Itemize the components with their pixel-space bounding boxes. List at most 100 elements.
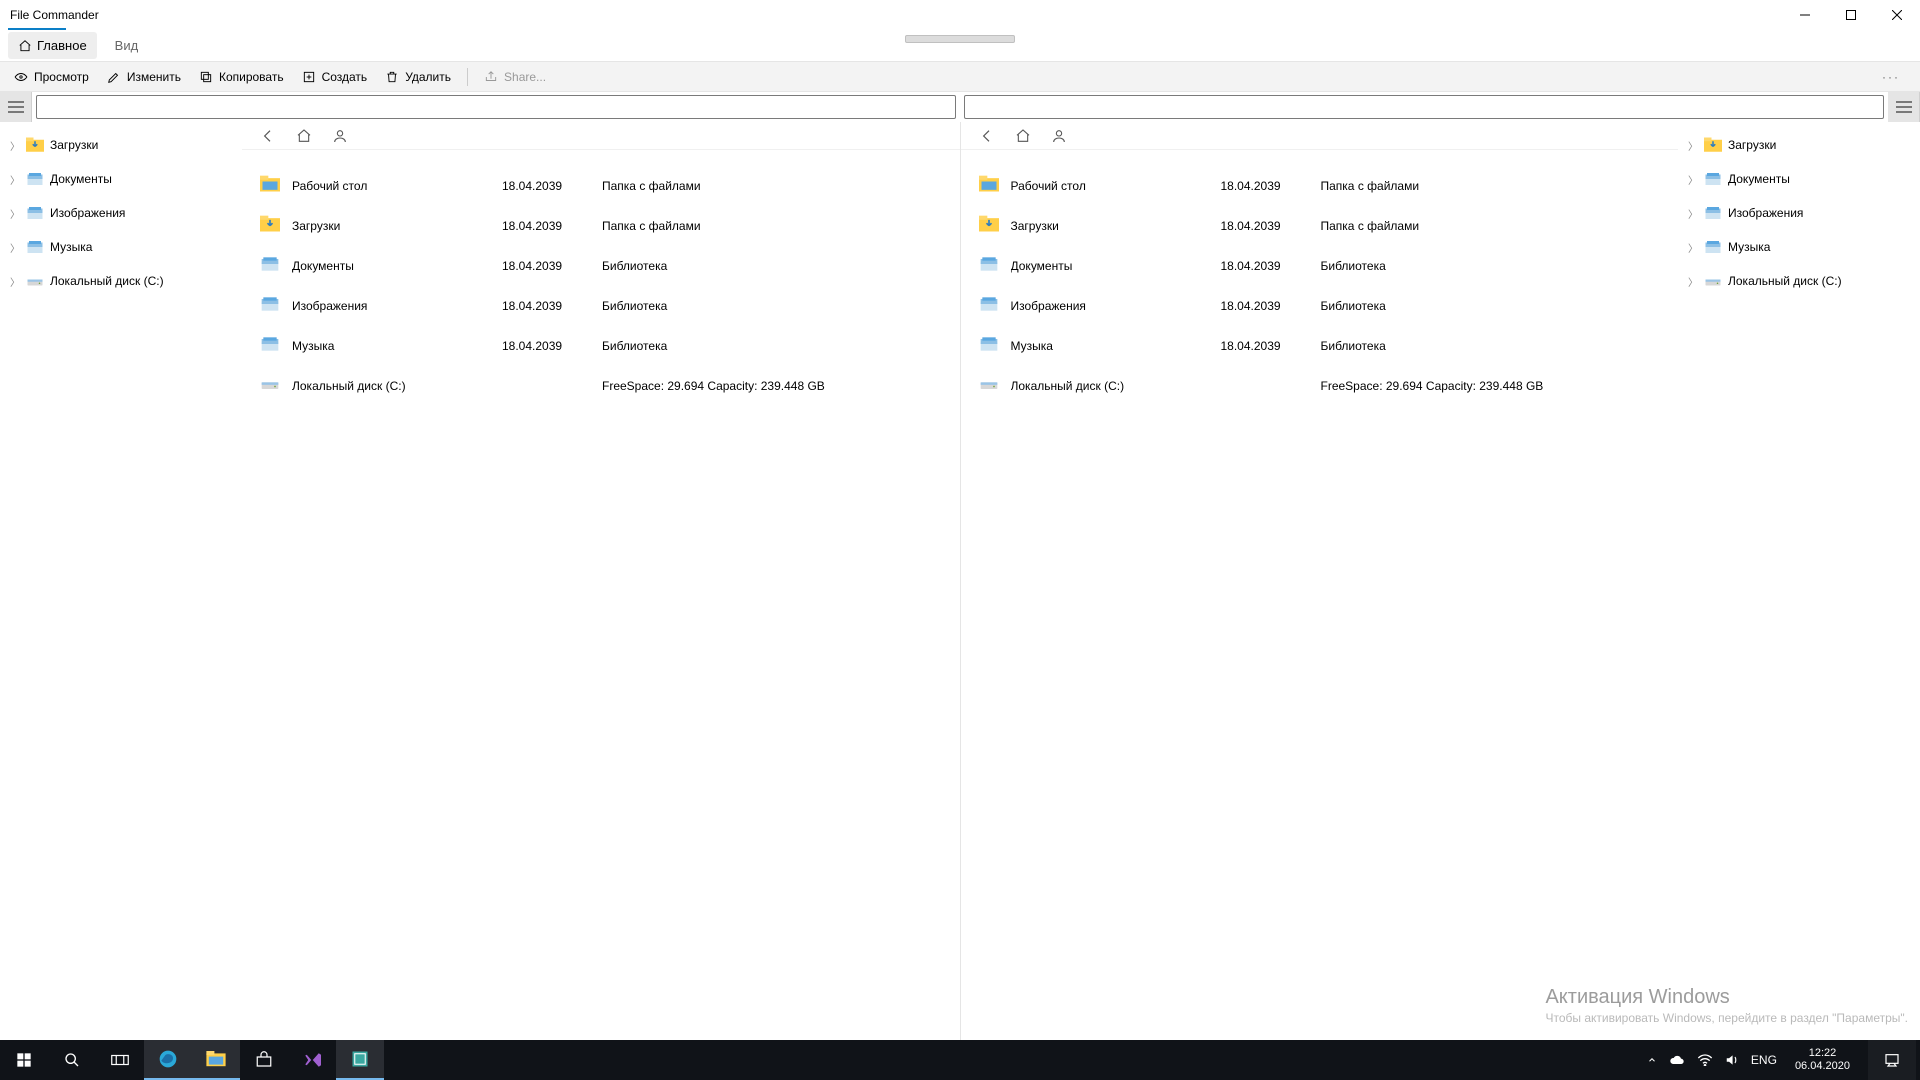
file-name: Локальный диск (C:) (1011, 379, 1221, 393)
file-row[interactable]: Загрузки18.04.2039Папка с файлами (242, 206, 960, 246)
edge-icon[interactable] (144, 1040, 192, 1080)
tree-item-pictures[interactable]: 〉Изображения (1678, 196, 1920, 230)
action-center-icon[interactable] (1868, 1040, 1916, 1080)
file-date: 18.04.2039 (502, 219, 602, 233)
file-row[interactable]: Документы18.04.2039Библиотека (242, 246, 960, 286)
file-row[interactable]: Локальный диск (C:)FreeSpace: 29.694 Cap… (242, 366, 960, 406)
file-type: FreeSpace: 29.694 Capacity: 239.448 GB (1321, 379, 1679, 393)
right-path-input[interactable] (964, 95, 1884, 119)
file-icon (979, 215, 1001, 237)
file-date: 18.04.2039 (1221, 299, 1321, 313)
view-button[interactable]: Просмотр (6, 66, 97, 88)
tree-item-documents[interactable]: 〉Документы (1678, 162, 1920, 196)
clock[interactable]: 12:22 06.04.2020 (1789, 1047, 1856, 1073)
file-row[interactable]: Загрузки18.04.2039Папка с файлами (961, 206, 1679, 246)
chevron-right-icon: 〉 (1688, 240, 1698, 255)
home-icon[interactable] (1013, 128, 1033, 144)
create-button[interactable]: Создать (294, 66, 376, 88)
left-list-wrap: Рабочий стол18.04.2039Папка с файламиЗаг… (242, 122, 960, 1040)
file-type: Папка с файлами (602, 179, 960, 193)
file-name: Музыка (1011, 339, 1221, 353)
file-date: 18.04.2039 (502, 339, 602, 353)
right-file-list[interactable]: Рабочий стол18.04.2039Папка с файламиЗаг… (961, 150, 1679, 1040)
taskbar: ENG 12:22 06.04.2020 (0, 1040, 1920, 1080)
taskbar-right: ENG 12:22 06.04.2020 (1647, 1040, 1920, 1080)
toolbar: Просмотр Изменить Копировать Создать Уда… (0, 62, 1920, 92)
tree-item-pictures[interactable]: 〉Изображения (0, 196, 242, 230)
back-icon[interactable] (977, 128, 997, 144)
left-hamburger[interactable] (0, 92, 32, 122)
edit-button[interactable]: Изменить (99, 66, 189, 88)
right-tree: 〉Загрузки〉Документы〉Изображения〉Музыка〉Л… (1678, 122, 1920, 1040)
app-icon[interactable] (336, 1040, 384, 1080)
file-name: Загрузки (292, 219, 502, 233)
volume-icon[interactable] (1725, 1053, 1739, 1067)
file-name: Рабочий стол (292, 179, 502, 193)
visualstudio-icon[interactable] (288, 1040, 336, 1080)
file-row[interactable]: Музыка18.04.2039Библиотека (961, 326, 1679, 366)
file-name: Музыка (292, 339, 502, 353)
home-icon[interactable] (294, 128, 314, 144)
watermark-title: Активация Windows (1545, 986, 1908, 1009)
file-row[interactable]: Документы18.04.2039Библиотека (961, 246, 1679, 286)
tree-item-localdisk[interactable]: 〉Локальный диск (C:) (1678, 264, 1920, 298)
right-pane: Рабочий стол18.04.2039Папка с файламиЗаг… (960, 122, 1920, 1040)
wifi-icon[interactable] (1697, 1054, 1713, 1066)
chevron-right-icon: 〉 (10, 172, 20, 187)
titlebar: File Commander (0, 0, 1920, 30)
minimize-button[interactable] (1782, 0, 1828, 30)
tab-main[interactable]: Главное (8, 32, 97, 59)
tray-chevron-icon[interactable] (1647, 1055, 1657, 1065)
tree-item-localdisk[interactable]: 〉Локальный диск (C:) (0, 264, 242, 298)
chevron-right-icon: 〉 (1688, 206, 1698, 221)
file-icon (979, 375, 1001, 397)
share-button[interactable]: Share... (476, 66, 554, 88)
tab-view[interactable]: Вид (105, 32, 149, 59)
file-name: Документы (1011, 259, 1221, 273)
explorer-icon[interactable] (192, 1040, 240, 1080)
file-name: Изображения (1011, 299, 1221, 313)
file-row[interactable]: Локальный диск (C:) FreeSpace: 29.694 Cap… (961, 366, 1679, 406)
file-date: 18.04.2039 (502, 299, 602, 313)
onedrive-icon[interactable] (1669, 1054, 1685, 1066)
close-button[interactable] (1874, 0, 1920, 30)
maximize-button[interactable] (1828, 0, 1874, 30)
chevron-right-icon: 〉 (10, 274, 20, 289)
start-button[interactable] (0, 1040, 48, 1080)
right-hamburger[interactable] (1888, 92, 1920, 122)
file-icon (979, 295, 1001, 317)
user-icon[interactable] (330, 128, 350, 144)
delete-button[interactable]: Удалить (377, 66, 459, 88)
chevron-right-icon: 〉 (10, 138, 20, 153)
user-icon[interactable] (1049, 128, 1069, 144)
file-row[interactable]: Рабочий стол18.04.2039Папка с файлами (961, 166, 1679, 206)
tree-item-downloads[interactable]: 〉Загрузки (1678, 128, 1920, 162)
store-icon[interactable] (240, 1040, 288, 1080)
tree-item-music[interactable]: 〉Музыка (0, 230, 242, 264)
search-icon[interactable] (48, 1040, 96, 1080)
copy-button[interactable]: Копировать (191, 66, 292, 88)
tree-item-music[interactable]: 〉Музыка (1678, 230, 1920, 264)
left-path-input[interactable] (36, 95, 956, 119)
file-row[interactable]: Изображения18.04.2039Библиотека (961, 286, 1679, 326)
file-date: 18.04.2039 (502, 259, 602, 273)
taskview-icon[interactable] (96, 1040, 144, 1080)
file-type: Библиотека (1321, 259, 1679, 273)
chevron-right-icon: 〉 (1688, 172, 1698, 187)
tree-icon (1704, 272, 1722, 290)
splitter-grip[interactable] (905, 35, 1015, 43)
left-list-nav (242, 122, 960, 150)
left-file-list[interactable]: Рабочий стол18.04.2039Папка с файламиЗаг… (242, 150, 960, 1040)
language-indicator[interactable]: ENG (1751, 1053, 1777, 1067)
file-row[interactable]: Рабочий стол18.04.2039Папка с файлами (242, 166, 960, 206)
file-icon (260, 335, 282, 357)
tree-item-documents[interactable]: 〉Документы (0, 162, 242, 196)
file-row[interactable]: Изображения18.04.2039Библиотека (242, 286, 960, 326)
file-type: Папка с файлами (1321, 219, 1679, 233)
file-row[interactable]: Музыка18.04.2039Библиотека (242, 326, 960, 366)
tree-item-downloads[interactable]: 〉Загрузки (0, 128, 242, 162)
back-icon[interactable] (258, 128, 278, 144)
file-icon (979, 255, 1001, 277)
toolbar-overflow[interactable]: ··· (1882, 70, 1914, 84)
file-type: Библиотека (602, 339, 960, 353)
